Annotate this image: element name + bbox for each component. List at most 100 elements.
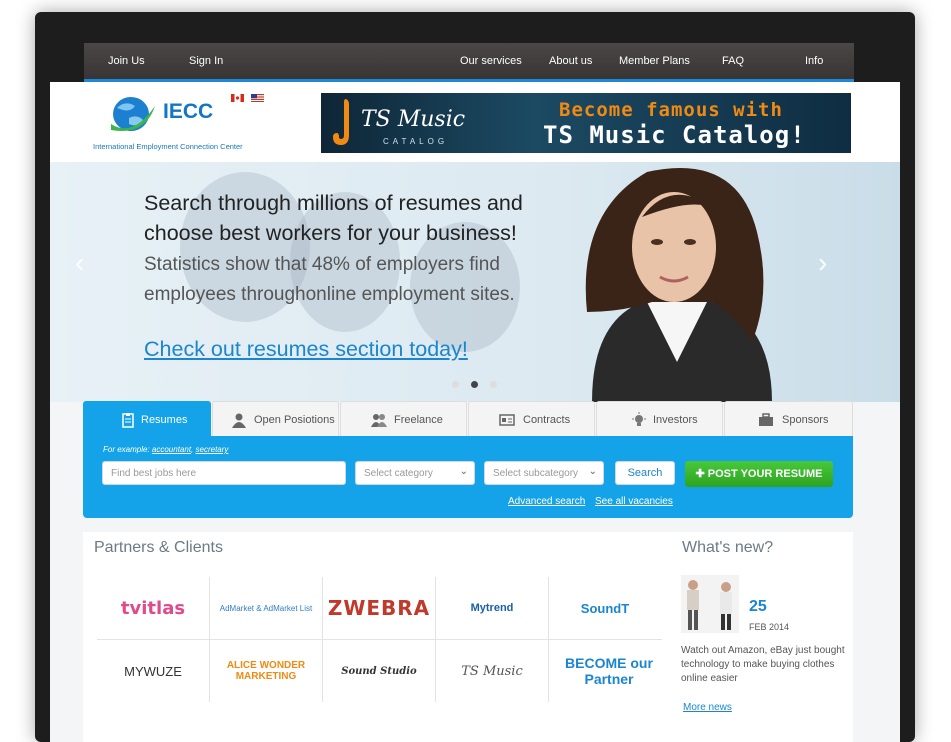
banner-brand-sub: CATALOG [383,137,449,146]
slider-dot-active[interactable] [471,381,478,388]
clipboard-icon [122,413,134,428]
more-news-link[interactable]: More news [683,702,732,713]
tab-label: Sponsors [782,414,829,426]
logo-name[interactable]: IECC [163,100,213,124]
nav-member-plans[interactable]: Member Plans [619,43,690,79]
nav-our-services[interactable]: Our services [460,43,522,79]
partner-logo-text: Mytrend [470,602,514,614]
partner-logo-text: MYWUZE [124,663,182,679]
ad-banner[interactable]: TS Music CATALOG Become famous with TS M… [321,93,851,153]
tab-sponsors[interactable]: Sponsors [724,401,853,437]
category-select[interactable]: Select category ⌄ [355,461,475,485]
partner-logo-text: tvitlas [120,597,186,619]
page: IECC International Employment Connection… [50,82,900,742]
slider-next-arrow-icon[interactable]: › [818,247,827,279]
subcategory-select[interactable]: Select subcategory ⌄ [484,461,604,485]
subcategory-select-value: Select subcategory [493,468,579,479]
tab-resumes[interactable]: Resumes [83,401,211,437]
become-partner-text: BECOME our Partner [565,655,653,687]
slider-prev-arrow-icon[interactable]: ‹ [75,247,84,279]
person-icon [232,413,246,428]
partner-logo[interactable]: ZWEBRA [323,577,435,639]
plus-icon: ✚ [695,468,708,480]
news-text: Watch out Amazon, eBay just bought techn… [681,645,845,684]
hero-slider: Search through millions of resumes and c… [50,162,900,402]
partner-logo[interactable]: ALICE WONDER MARKETING [210,640,322,702]
briefcase-icon [759,413,773,426]
search-button[interactable]: Search [615,461,675,485]
id-card-icon [499,414,515,426]
banner-line1: Become famous with [559,99,783,121]
usa-flag-icon[interactable] [251,94,264,102]
partner-logo[interactable]: MYWUZE [97,640,209,702]
examples-prefix: For example: [103,445,152,454]
partner-logo[interactable]: tvitlas [97,577,209,639]
tab-label: Contracts [523,414,571,426]
partner-logo[interactable]: AdMarket & AdMarket List [210,577,322,639]
partner-logo-text: ZWEBRA [327,596,431,620]
hero-text: Search through millions of resumes and c… [144,188,524,308]
news-title: What's new? [682,539,774,556]
canada-flag-icon[interactable] [231,94,244,102]
slider-dot[interactable] [452,381,459,388]
partner-logo[interactable]: Mytrend [436,577,548,639]
advanced-search-link[interactable]: Advanced search [508,496,585,507]
partners-grid: tvitlas AdMarket & AdMarket List ZWEBRA … [97,577,662,702]
tab-freelance[interactable]: Freelance [340,401,467,437]
partner-logo[interactable]: Sound Studio [323,640,435,702]
chevron-down-icon: ⌄ [588,466,597,477]
nav-info[interactable]: Info [805,43,823,79]
partner-logo[interactable]: TS Music [436,640,548,702]
news-thumbnail[interactable] [681,575,739,633]
banner-brand: TS Music [361,107,466,132]
logo-subtitle: International Employment Connection Cent… [93,142,243,151]
header: IECC International Employment Connection… [50,82,900,162]
example-link[interactable]: secretary [196,445,229,454]
slider-dots [446,375,503,393]
globe-logo-icon[interactable] [107,94,157,134]
hero-cta-link[interactable]: Check out resumes section today! [144,337,468,362]
post-resume-label: POST YOUR RESUME [707,468,823,480]
search-input[interactable]: Find best jobs here [102,461,346,485]
partners-title: Partners & Clients [94,539,223,556]
tab-label: Freelance [394,414,443,426]
tab-label: Resumes [141,414,188,426]
slider-dot[interactable] [490,381,497,388]
banner-line2: TS Music Catalog! [543,121,806,149]
hero-headline: Search through millions of resumes and c… [144,191,523,245]
saxophone-icon [333,99,349,145]
tab-label: Open Posiotions [254,414,335,426]
lightbulb-icon [632,412,646,426]
nav-join-us[interactable]: Join Us [108,43,145,79]
partner-logo[interactable]: SoundT [549,577,661,639]
news-day: 25 [749,598,767,615]
hero-statistics: Statistics show that 48% of employers fi… [144,254,515,305]
nav-about-us[interactable]: About us [549,43,592,79]
example-link[interactable]: accountant [152,445,191,454]
partner-logo-text: ALICE WONDER MARKETING [226,660,306,682]
news-section: What's new? 25 FEB 2014 Watch out Amazon… [663,532,853,742]
tab-investors[interactable]: Investors [596,401,723,437]
group-icon [371,414,387,427]
search-tabs: Resumes Open Posiotions Freelance Contra… [83,401,853,437]
partner-logo-text: SoundT [580,600,630,616]
partner-logo-text: AdMarket & AdMarket List [219,603,313,613]
see-all-vacancies-link[interactable]: See all vacancies [595,496,673,507]
tab-contracts[interactable]: Contracts [468,401,595,437]
search-panel: For example: accountant, secretary Find … [83,436,853,518]
businesswoman-photo [585,168,772,402]
category-select-value: Select category [364,468,433,479]
top-nav: Join Us Sign In Our services About us Me… [84,43,854,82]
post-resume-button[interactable]: ✚ POST YOUR RESUME [685,461,833,487]
nav-sign-in[interactable]: Sign In [189,43,223,79]
chevron-down-icon: ⌄ [459,466,468,477]
nav-faq[interactable]: FAQ [722,43,744,79]
tab-label: Investors [653,414,698,426]
tab-open-positions[interactable]: Open Posiotions [212,401,339,437]
search-examples: For example: accountant, secretary [103,445,228,454]
partners-section: Partners & Clients tvitlas AdMarket & Ad… [83,532,663,742]
partner-logo-text: Sound Studio [341,665,417,677]
partner-logo-text: TS Music [461,663,523,679]
news-month: FEB 2014 [749,622,790,632]
become-partner-link[interactable]: BECOME our Partner [549,640,669,702]
